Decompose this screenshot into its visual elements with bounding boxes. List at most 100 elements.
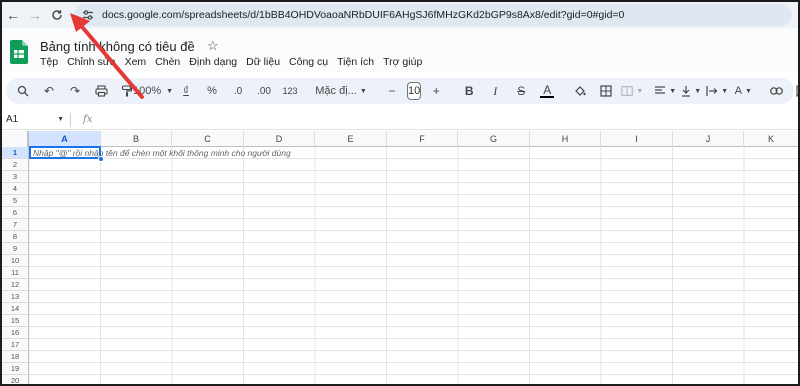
font-family-value: Mặc đị... (315, 85, 357, 97)
column-header[interactable]: I (601, 131, 673, 147)
formula-divider (70, 112, 71, 127)
insert-link-icon[interactable] (765, 80, 787, 102)
row-header[interactable]: 9 (2, 243, 29, 255)
zoom-select[interactable]: 100% ▼ (133, 80, 173, 102)
text-rotation-glyph: A (734, 85, 742, 97)
arrow-left-icon[interactable]: ← (2, 4, 24, 26)
search-menus-icon[interactable] (12, 80, 34, 102)
row-header[interactable]: 2 (2, 159, 29, 171)
select-all-corner[interactable] (2, 131, 29, 147)
column-header[interactable]: B (101, 131, 172, 147)
merge-cells-icon[interactable]: ▼ (621, 80, 643, 102)
menu-view[interactable]: Xem (125, 56, 147, 68)
cell-reference: A1 (6, 114, 19, 125)
horizontal-align-icon[interactable]: ▼ (654, 80, 676, 102)
row-header[interactable]: 18 (2, 351, 29, 363)
row-header[interactable]: 15 (2, 315, 29, 327)
row-header[interactable]: 19 (2, 363, 29, 375)
percent-format-button[interactable]: % (201, 80, 223, 102)
row-header[interactable]: 12 (2, 279, 29, 291)
column-header[interactable]: H (530, 131, 601, 147)
menu-bar: Tệp Chỉnh sửa Xem Chèn Định dạng Dữ liệu… (40, 56, 431, 68)
row-header[interactable]: 3 (2, 171, 29, 183)
menu-insert[interactable]: Chèn (155, 56, 180, 68)
number-format-button[interactable]: 123 (279, 80, 301, 102)
strikethrough-icon[interactable]: S (510, 80, 532, 102)
column-header[interactable]: C (172, 131, 244, 147)
redo-icon[interactable]: ↷ (64, 80, 86, 102)
increase-decimal-button[interactable]: .00 (253, 80, 275, 102)
formula-bar: A1 ▼ fx (2, 110, 798, 130)
sheets-header: Bảng tính không có tiêu đề ☆ Tệp Chỉnh s… (2, 28, 798, 72)
column-headers: A B C D E F G H I J K (2, 131, 798, 147)
spreadsheet-grid: A B C D E F G H I J K 1 2 3 4 5 6 7 8 9 … (2, 131, 798, 384)
font-size-input[interactable]: 10 (407, 82, 422, 100)
row-header[interactable]: 11 (2, 267, 29, 279)
row-header[interactable]: 1 (2, 147, 29, 159)
document-title[interactable]: Bảng tính không có tiêu đề (40, 39, 195, 54)
chevron-down-icon: ▼ (57, 116, 64, 123)
vertical-align-icon[interactable]: ▼ (680, 80, 702, 102)
menu-tools[interactable]: Công cụ (289, 56, 328, 68)
row-header[interactable]: 13 (2, 291, 29, 303)
row-header[interactable]: 16 (2, 327, 29, 339)
menu-edit[interactable]: Chỉnh sửa (67, 56, 115, 68)
column-header[interactable]: K (744, 131, 798, 147)
column-header[interactable]: D (244, 131, 315, 147)
decrease-decimal-button[interactable]: .0 (227, 80, 249, 102)
menu-format[interactable]: Định dạng (189, 56, 237, 68)
row-header[interactable]: 5 (2, 195, 29, 207)
column-header[interactable]: A (29, 131, 101, 147)
zoom-value: 100% (132, 85, 162, 97)
italic-button[interactable]: I (484, 80, 506, 102)
menu-file[interactable]: Tệp (40, 56, 58, 68)
text-color-button[interactable]: A (536, 80, 558, 102)
menu-help[interactable]: Trợ giúp (383, 56, 422, 68)
fill-color-icon[interactable] (569, 80, 591, 102)
font-size-increase-icon[interactable]: + (425, 80, 447, 102)
browser-toolbar: ← → docs.google.com/spreadsheets/d/1bBB4… (2, 2, 798, 28)
chevron-down-icon: ▼ (359, 87, 367, 95)
url-text[interactable]: docs.google.com/spreadsheets/d/1bBB4OHDV… (102, 9, 624, 21)
chevron-down-icon: ▼ (744, 87, 752, 95)
column-header[interactable]: G (458, 131, 530, 147)
undo-icon[interactable]: ↶ (38, 80, 60, 102)
menu-data[interactable]: Dữ liệu (246, 56, 280, 68)
sheets-logo-icon[interactable] (10, 40, 28, 64)
row-header[interactable]: 17 (2, 339, 29, 351)
chevron-down-icon: ▼ (636, 87, 644, 95)
column-header[interactable]: F (387, 131, 458, 147)
site-settings-icon[interactable] (80, 7, 96, 23)
row-header[interactable]: 10 (2, 255, 29, 267)
arrow-right-icon[interactable]: → (24, 4, 46, 26)
row-header[interactable]: 6 (2, 207, 29, 219)
selected-cell-outline[interactable] (29, 146, 101, 159)
row-header[interactable]: 4 (2, 183, 29, 195)
reload-icon[interactable] (46, 4, 68, 26)
star-icon[interactable]: ☆ (207, 38, 219, 54)
cell-area[interactable] (29, 147, 798, 384)
column-header[interactable]: J (673, 131, 744, 147)
font-size-decrease-icon[interactable]: − (381, 80, 403, 102)
name-box[interactable]: A1 ▼ (2, 110, 70, 130)
insert-comment-icon[interactable] (791, 80, 798, 102)
text-wrapping-icon[interactable]: ▼ (706, 80, 728, 102)
text-rotation-icon[interactable]: A ▼ (732, 80, 754, 102)
chevron-down-icon: ▼ (721, 87, 729, 95)
row-header[interactable]: 8 (2, 231, 29, 243)
row-header[interactable]: 7 (2, 219, 29, 231)
formula-input[interactable] (100, 111, 798, 129)
bold-button[interactable]: B (458, 80, 480, 102)
borders-icon[interactable] (595, 80, 617, 102)
font-family-select[interactable]: Mặc đị... ▼ (312, 80, 370, 102)
row-header[interactable]: 14 (2, 303, 29, 315)
address-bar[interactable]: docs.google.com/spreadsheets/d/1bBB4OHDV… (74, 4, 792, 26)
print-icon[interactable] (90, 80, 112, 102)
currency-format-button[interactable]: ₫ (175, 80, 197, 102)
formatting-toolbar: ↶ ↷ 100% ▼ ₫ % .0 .00 123 Mặc đị... ▼ − … (6, 78, 798, 104)
menu-extensions[interactable]: Tiện ích (337, 56, 374, 68)
column-header[interactable]: E (315, 131, 387, 147)
row-header[interactable]: 20 (2, 375, 29, 384)
fill-handle[interactable] (98, 156, 104, 162)
chevron-down-icon: ▼ (694, 87, 702, 95)
